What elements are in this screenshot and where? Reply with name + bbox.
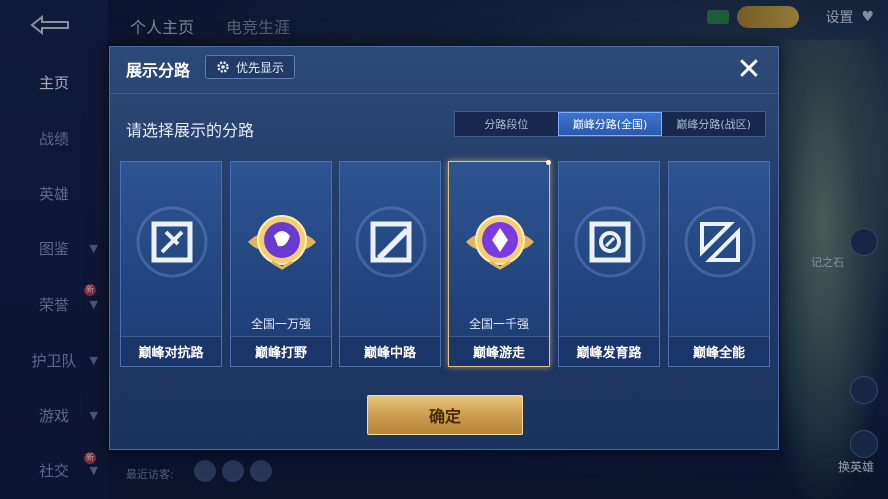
lane-card-mid[interactable]: 巅峰中路 xyxy=(339,161,441,367)
tab-peak-lane-national[interactable]: 巅峰分路(全国) xyxy=(557,112,663,136)
card-name: 巅峰对抗路 xyxy=(121,336,221,366)
lane-card-all-round[interactable]: 巅峰全能 xyxy=(668,161,770,367)
dialog-title: 展示分路 xyxy=(126,61,191,80)
card-name: 巅峰游走 xyxy=(449,336,549,366)
card-name: 巅峰发育路 xyxy=(559,336,659,366)
divider xyxy=(110,93,778,94)
mid-lane-icon xyxy=(355,206,427,278)
close-icon: ✕ xyxy=(736,52,762,87)
tab-peak-lane-region[interactable]: 巅峰分路(战区) xyxy=(662,112,765,136)
priority-display-button[interactable]: 优先显示 xyxy=(205,55,296,79)
lane-type-tabs: 分路段位 巅峰分路(全国) 巅峰分路(战区) xyxy=(454,111,766,137)
dialog-subtitle: 请选择展示的分路 xyxy=(126,121,255,140)
all-round-icon xyxy=(684,206,756,278)
lane-card-roam[interactable]: 全国一千强 巅峰游走 xyxy=(448,160,551,367)
farm-lane-icon xyxy=(574,206,646,278)
card-rank: 全国一千强 xyxy=(468,317,529,331)
lane-cards: 巅峰对抗路 全国一万强 巅峰打野 巅峰中路 全国一千强 巅峰游走 巅峰发育路 巅… xyxy=(120,160,770,367)
lane-card-jungle[interactable]: 全国一万强 巅峰打野 xyxy=(230,161,332,367)
lane-display-dialog: 展示分路 优先显示 ✕ 请选择展示的分路 分路段位 巅峰分路(全国) 巅峰分路(… xyxy=(109,46,779,450)
lane-card-farm[interactable]: 巅峰发育路 xyxy=(558,161,660,367)
selected-marker xyxy=(546,160,551,165)
gear-icon xyxy=(217,61,229,73)
card-name: 巅峰全能 xyxy=(669,336,769,366)
close-button[interactable]: ✕ xyxy=(734,55,764,85)
card-name: 巅峰打野 xyxy=(231,336,331,366)
lane-card-clash[interactable]: 巅峰对抗路 xyxy=(120,161,222,367)
jungle-medal-icon xyxy=(248,215,316,270)
confirm-button[interactable]: 确定 xyxy=(367,395,523,435)
priority-label: 优先显示 xyxy=(236,60,285,75)
tab-lane-rank[interactable]: 分路段位 xyxy=(455,112,558,136)
card-rank: 全国一万强 xyxy=(250,317,311,331)
clash-lane-icon xyxy=(136,206,208,278)
card-name: 巅峰中路 xyxy=(340,336,440,366)
roam-medal-icon xyxy=(466,215,534,270)
